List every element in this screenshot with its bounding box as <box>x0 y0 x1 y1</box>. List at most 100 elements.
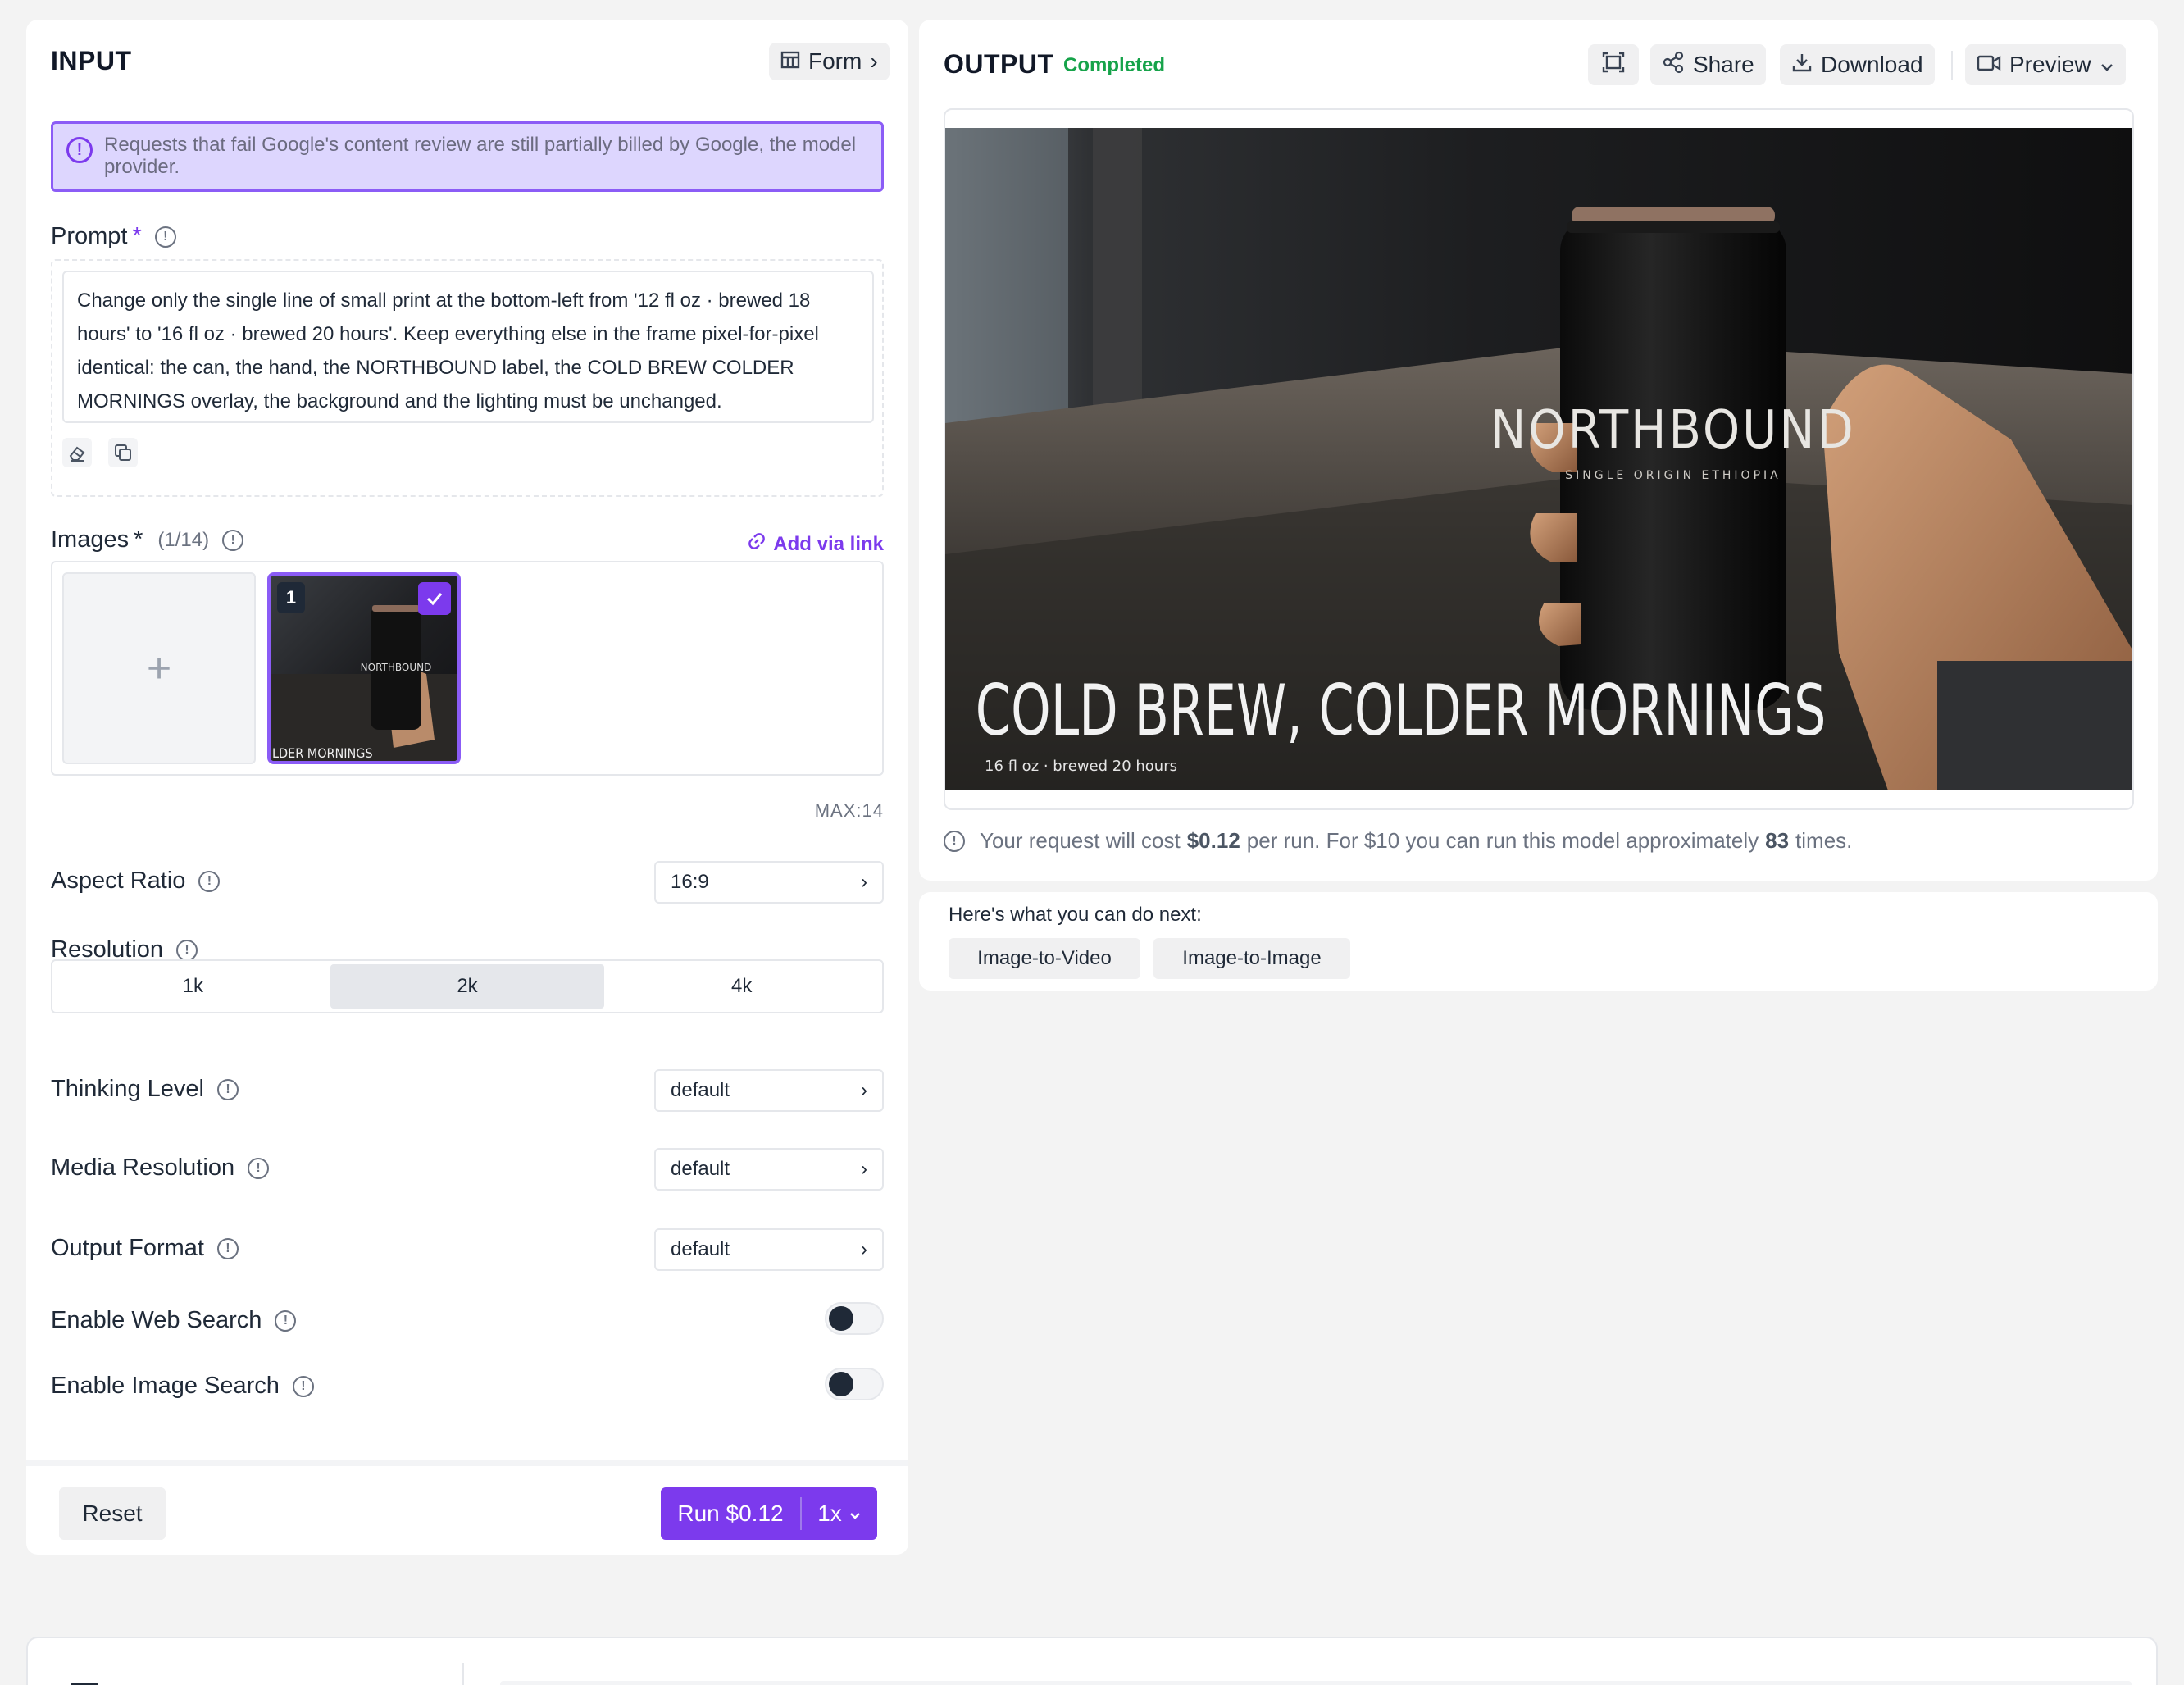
chip-image-to-video[interactable]: Image-to-Video <box>949 938 1140 979</box>
prompt-textarea[interactable]: Change only the single line of small pri… <box>62 271 874 423</box>
output-format-label-row: Output Format <box>51 1235 239 1262</box>
chevron-right-icon: › <box>861 1158 867 1180</box>
chevron-right-icon: › <box>861 1079 867 1101</box>
table-icon <box>780 48 800 75</box>
bottom-divider <box>462 1663 464 1685</box>
prompt-container: Change only the single line of small pri… <box>51 259 884 497</box>
info-icon[interactable] <box>248 1157 270 1179</box>
image-search-label: Enable Image Search <box>51 1373 280 1399</box>
input-title: INPUT <box>51 46 132 75</box>
info-icon[interactable] <box>154 225 176 248</box>
bottom-panel <box>26 1637 2158 1685</box>
prompt-label-row: Prompt * <box>51 223 176 250</box>
billing-alert: Requests that fail Google's content revi… <box>51 121 884 192</box>
media-resolution-label-row: Media Resolution <box>51 1154 270 1182</box>
thumb-number: 1 <box>277 582 305 613</box>
media-resolution-value: default <box>671 1158 730 1180</box>
chevron-right-icon: › <box>861 1238 867 1260</box>
bottom-content-bar <box>500 1681 2132 1685</box>
sub-brand-text: SINGLE ORIGIN ETHIOPIA <box>1565 469 1781 482</box>
chip-image-to-image[interactable]: Image-to-Image <box>1153 938 1350 979</box>
toolbar-divider <box>1951 51 1953 80</box>
thumb-headline-text: LDER MORNINGS <box>272 745 373 761</box>
aspect-ratio-value: 16:9 <box>671 871 709 893</box>
form-toggle-button[interactable]: Form › <box>769 43 890 80</box>
thinking-level-value: default <box>671 1079 730 1101</box>
input-panel: INPUT Form › Requests that fail Google's… <box>26 20 908 1555</box>
chevron-down-icon <box>849 1501 862 1527</box>
small-print-text: 16 fl oz · brewed 20 hours <box>985 758 1177 775</box>
brand-text: NORTHBOUND <box>1490 400 1855 461</box>
thinking-level-select[interactable]: default › <box>654 1069 884 1112</box>
thinking-level-label-row: Thinking Level <box>51 1076 239 1103</box>
chevron-right-icon: › <box>870 48 878 74</box>
info-icon[interactable] <box>292 1375 314 1397</box>
share-label: Share <box>1693 52 1754 77</box>
cost-line: Your request will cost $0.12 per run. Fo… <box>944 828 1852 854</box>
images-label-row: Images * (1/14) <box>51 526 244 553</box>
cost-prefix: Your request will cost <box>980 828 1181 853</box>
images-count: (1/14) <box>157 528 210 551</box>
info-icon[interactable] <box>222 529 244 551</box>
web-search-label-row: Enable Web Search <box>51 1307 297 1334</box>
cost-runs: 83 <box>1765 828 1790 853</box>
info-icon[interactable] <box>198 870 221 892</box>
images-dropzone: + 1 NORTHBOUND LDER MORNINGS <box>51 561 884 776</box>
media-resolution-label: Media Resolution <box>51 1154 235 1181</box>
max-images-note: MAX:14 <box>814 800 884 821</box>
image-search-label-row: Enable Image Search <box>51 1373 314 1400</box>
video-icon <box>1977 52 2001 78</box>
resolution-option-1k[interactable]: 1k <box>56 964 330 1009</box>
thumb-brand-text: NORTHBOUND <box>361 662 432 673</box>
add-via-link-label: Add via link <box>773 532 884 555</box>
images-label: Images <box>51 526 130 553</box>
add-image-button[interactable]: + <box>62 572 256 764</box>
output-format-label: Output Format <box>51 1235 204 1261</box>
share-button[interactable]: Share <box>1650 44 1766 85</box>
download-icon <box>1791 52 1813 79</box>
link-icon <box>747 531 767 557</box>
image-search-toggle[interactable] <box>825 1368 884 1400</box>
prompt-label: Prompt <box>51 223 128 249</box>
aspect-ratio-label-row: Aspect Ratio <box>51 868 221 895</box>
resolution-option-2k[interactable]: 2k <box>330 964 605 1009</box>
output-title: OUTPUT <box>944 49 1054 79</box>
eraser-icon[interactable] <box>62 438 92 467</box>
cost-value: $0.12 <box>1186 828 1240 853</box>
image-thumbnail[interactable]: 1 NORTHBOUND LDER MORNINGS <box>267 572 461 764</box>
add-via-link-button[interactable]: Add via link <box>747 531 884 557</box>
output-format-select[interactable]: default › <box>654 1228 884 1271</box>
preview-dropdown[interactable]: Preview <box>1965 44 2126 85</box>
web-search-label: Enable Web Search <box>51 1307 262 1333</box>
info-icon[interactable] <box>217 1078 239 1100</box>
info-icon[interactable] <box>176 939 198 961</box>
status-badge: Completed <box>1063 54 1166 76</box>
headline-text: COLD BREW, COLDER MORNINGS <box>976 671 1827 752</box>
web-search-toggle[interactable] <box>825 1302 884 1335</box>
images-required-mark: * <box>134 526 143 553</box>
check-icon[interactable] <box>418 582 451 615</box>
form-label: Form <box>808 48 862 74</box>
download-button[interactable]: Download <box>1780 44 1935 85</box>
media-resolution-select[interactable]: default › <box>654 1148 884 1191</box>
next-steps-panel: Here's what you can do next: Image-to-Vi… <box>919 892 2158 991</box>
run-button[interactable]: Run $0.12 1x <box>661 1487 877 1540</box>
info-icon[interactable] <box>275 1309 297 1332</box>
preview-label: Preview <box>2009 52 2091 77</box>
next-steps-label: Here's what you can do next: <box>949 904 1202 926</box>
copy-icon[interactable] <box>108 438 138 467</box>
resolution-option-4k[interactable]: 4k <box>604 964 879 1009</box>
required-mark: * <box>132 223 142 249</box>
output-image[interactable]: NORTHBOUND SINGLE ORIGIN ETHIOPIA COLD B… <box>945 128 2134 790</box>
run-multiplier-dropdown[interactable]: 1x <box>802 1501 877 1527</box>
fullscreen-icon <box>1602 52 1625 79</box>
share-icon <box>1662 51 1685 80</box>
download-label: Download <box>1821 52 1923 77</box>
info-icon[interactable] <box>216 1237 239 1259</box>
chevron-right-icon: › <box>861 871 867 893</box>
chevron-down-icon <box>2100 52 2114 78</box>
aspect-ratio-select[interactable]: 16:9 › <box>654 861 884 904</box>
fullscreen-button[interactable] <box>1588 44 1639 85</box>
run-label[interactable]: Run $0.12 <box>661 1497 802 1530</box>
reset-button[interactable]: Reset <box>59 1487 166 1540</box>
